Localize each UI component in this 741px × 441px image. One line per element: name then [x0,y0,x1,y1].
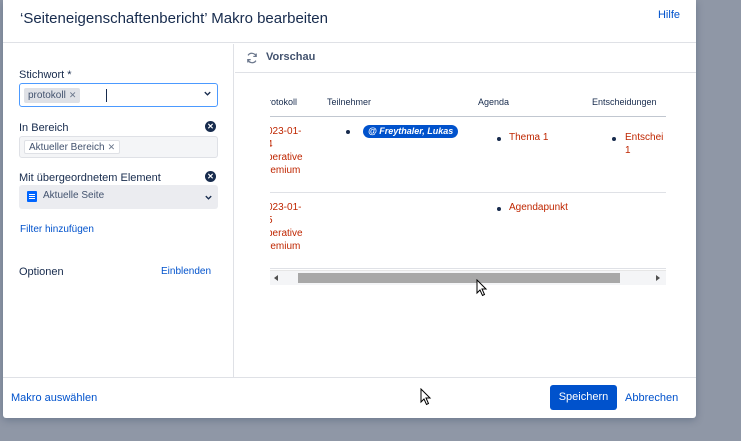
preview-header: Vorschau [235,44,696,73]
chevron-down-icon[interactable] [203,89,212,98]
add-filter-link[interactable]: Filter hinzufügen [20,224,94,235]
protokoll-line: perative [270,228,303,239]
help-link[interactable]: Hilfe [658,9,680,21]
page-icon [27,191,37,202]
preview-label: Vorschau [266,51,316,63]
remove-tag-icon[interactable]: ✕ [108,142,116,152]
macro-parameters-panel: Stichwort * protokoll ✕ In Bereich ✕ Aktu… [3,44,234,377]
mouse-cursor-icon [420,388,432,406]
protokoll-line: 5 [270,214,303,227]
area-tag[interactable]: Aktueller Bereich ✕ [24,140,121,154]
column-header-entscheidungen: Entscheidungen [592,97,657,107]
scroll-right-arrow-icon[interactable] [656,275,660,281]
remove-tag-icon[interactable]: ✕ [69,90,77,100]
text-caret [106,89,107,102]
parent-value: Aktuelle Seite [43,190,105,201]
parent-select[interactable]: Aktuelle Seite [19,185,218,209]
protokoll-line: perative [270,152,303,163]
protokoll-line: 023-01- [270,202,302,213]
protokoll-link[interactable]: 023-01- 4 perative remium [270,125,303,177]
row-divider [270,268,666,269]
decision-line: 1 [625,145,631,156]
clear-area-icon[interactable]: ✕ [205,121,216,132]
macro-edit-dialog: ‘Seiteneigenschaftenbericht’ Makro bearb… [3,0,696,418]
column-header-teilnehmer: Teilnehmer [327,97,372,107]
list-bullet [497,137,501,141]
keyword-label: Stichwort * [19,69,72,81]
keyword-tag-label: protokoll [28,90,66,101]
keyword-input[interactable]: protokoll ✕ [19,83,218,107]
scrollbar-thumb[interactable] [298,273,620,283]
list-bullet [612,137,616,141]
horizontal-scrollbar[interactable] [270,270,666,285]
dialog-title: ‘Seiteneigenschaftenbericht’ Makro bearb… [20,10,328,27]
area-input[interactable]: Aktueller Bereich ✕ [19,136,218,158]
protokoll-link[interactable]: 023-01- 5 perative remium [270,201,303,253]
protokoll-line: 4 [270,138,303,151]
scroll-left-arrow-icon[interactable] [274,275,278,281]
preview-panel: Vorschau rotokoll Teilnehmer Agenda Ents… [235,44,696,377]
decision-link[interactable]: Entschei 1 [625,131,663,157]
chevron-down-icon[interactable] [204,193,213,202]
preview-table: rotokoll Teilnehmer Agenda Entscheidunge… [270,89,666,289]
agenda-link[interactable]: Agendapunkt [509,201,568,214]
refresh-icon[interactable] [245,51,259,65]
select-macro-link[interactable]: Makro auswählen [11,392,97,404]
row-divider [270,192,666,193]
keyword-tag[interactable]: protokoll ✕ [24,88,81,103]
clear-parent-icon[interactable]: ✕ [205,171,216,182]
parent-label: Mit übergeordnetem Element [19,172,161,184]
column-header-protokoll: rotokoll [270,97,298,107]
protokoll-line: 023-01- [270,126,302,137]
dialog-header: ‘Seiteneigenschaftenbericht’ Makro bearb… [3,0,696,43]
area-label: In Bereich [19,122,69,134]
user-mention[interactable]: @ Freythaler, Lukas [363,125,459,138]
options-toggle-link[interactable]: Einblenden [161,266,211,277]
list-bullet [497,207,501,211]
agenda-link[interactable]: Thema 1 [509,131,548,144]
header-divider [270,116,666,117]
column-header-agenda: Agenda [478,97,510,107]
save-button[interactable]: Speichern [550,385,617,410]
list-bullet [346,130,350,134]
area-tag-label: Aktueller Bereich [29,142,105,153]
decision-line: Entschei [625,132,664,143]
options-label: Optionen [19,266,64,278]
mouse-cursor-icon [476,279,488,297]
protokoll-line: remium [270,165,301,176]
protokoll-line: remium [270,241,301,252]
cancel-button[interactable]: Abbrechen [625,392,678,404]
dialog-footer: Makro auswählen Speichern Abbrechen [3,377,696,418]
